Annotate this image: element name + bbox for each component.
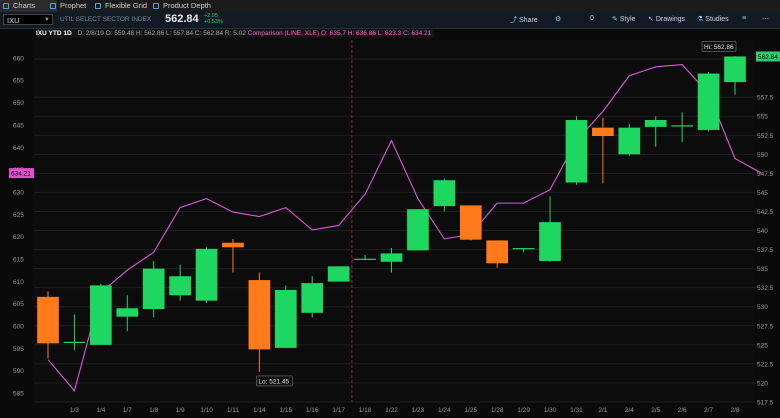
x-axis-tick: 1/23 [412,407,425,414]
left-axis-tick: 645 [13,122,24,129]
left-axis-tick: 595 [13,346,24,353]
candle [37,296,59,344]
left-axis-tick: 605 [13,301,24,308]
candle [539,222,561,262]
candle [274,289,297,348]
left-axis-tick: 620 [13,234,24,241]
x-axis-tick: 1/24 [438,407,451,414]
left-axis-tick: 615 [13,256,24,263]
x-axis-tick: 1/25 [464,407,477,414]
candle [565,120,588,183]
candle [671,125,693,127]
comparison-readout: Comparison (LINE, XLE) O: 635.7 H: 636.8… [247,30,432,37]
lo-label: Lo: 521.45 [258,378,289,385]
candle [142,268,165,310]
ohlc-values: D: 2/8/19 O: 559.48 H: 562.86 L: 557.84 … [77,30,246,37]
right-axis-tick: 552.5 [757,133,774,140]
candle [354,258,376,260]
x-axis-tick: 1/14 [253,407,266,414]
x-axis-tick: 1/7 [123,407,132,414]
x-axis-tick: 1/28 [491,407,504,414]
candle [169,276,191,296]
x-axis-tick: 1/15 [279,407,292,414]
candle [724,56,746,83]
right-axis-tick: 517.5 [757,400,774,407]
candle [618,127,641,155]
right-axis-tick: 530 [757,304,768,311]
x-axis-tick: 2/6 [678,407,687,414]
left-axis-tick: 590 [13,368,24,375]
left-axis-tick: 640 [13,145,24,152]
candle [195,248,218,301]
x-axis-tick: 1/31 [570,407,583,414]
right-axis-tick: 520 [757,380,768,387]
left-axis-tick: 585 [13,391,24,398]
plot-area [34,40,755,402]
right-axis-tick: 555 [757,114,768,121]
candle [222,242,244,248]
candle [433,180,456,207]
x-axis-tick: 2/7 [704,407,713,414]
candle [248,280,271,350]
left-axis-tick: 655 [13,78,24,85]
left-axis-tick: 660 [13,55,24,62]
candle [486,240,509,264]
right-axis-tick: 540 [757,228,768,235]
x-axis-tick: 1/17 [332,407,345,414]
x-axis-tick: 2/8 [730,407,739,414]
x-axis-tick: 1/16 [306,407,319,414]
candle [301,283,324,313]
comparison-badge-text: 634.21 [11,171,31,178]
last-price-badge-text: 562.84 [758,54,778,61]
candle [380,253,403,262]
right-axis-tick: 532.5 [757,285,774,292]
right-axis-tick: 545 [757,190,768,197]
x-axis-tick: 1/3 [70,407,79,414]
x-axis-tick: 2/1 [598,407,607,414]
candle [63,341,86,343]
candle [697,73,720,130]
hi-label: Hi: 562.86 [704,44,734,51]
x-axis-tick: 1/8 [149,407,158,414]
left-axis-tick: 630 [13,189,24,196]
candle [90,285,112,345]
left-axis-tick: 600 [13,324,24,331]
x-axis-tick: 1/9 [176,407,185,414]
candle [459,205,482,240]
candle [644,120,667,127]
x-axis-tick: 1/10 [200,407,213,414]
x-axis-tick: 2/4 [625,407,634,414]
right-axis-tick: 535 [757,266,768,273]
left-axis-tick: 625 [13,212,24,219]
x-axis-tick: 1/11 [227,407,240,414]
ohlc-readout: IXU YTD 1D D: 2/8/19 O: 559.48 H: 562.86… [36,29,435,38]
right-axis-tick: 527.5 [757,323,774,330]
x-axis-tick: 1/30 [544,407,557,414]
left-axis-tick: 610 [13,279,24,286]
x-axis-tick: 1/18 [359,407,372,414]
candle [327,266,350,282]
x-axis-tick: 1/22 [385,407,398,414]
right-axis-tick: 557.5 [757,95,774,102]
price-chart[interactable]: 562.5557.5555552.5550547.5545542.5540537… [0,0,780,418]
right-axis-tick: 537.5 [757,247,774,254]
candle [407,209,429,251]
candle [512,248,535,250]
candle [592,127,614,137]
left-axis-tick: 650 [13,100,24,107]
right-axis-tick: 542.5 [757,209,774,216]
candle [116,308,139,317]
x-axis-tick: 2/5 [651,407,660,414]
x-axis-tick: 1/29 [517,407,530,414]
right-axis-tick: 550 [757,152,768,159]
chart-title: IXU YTD 1D [36,30,72,37]
x-axis-tick: 1/4 [96,407,105,414]
right-axis-tick: 525 [757,342,768,349]
right-axis-tick: 522.5 [757,361,774,368]
